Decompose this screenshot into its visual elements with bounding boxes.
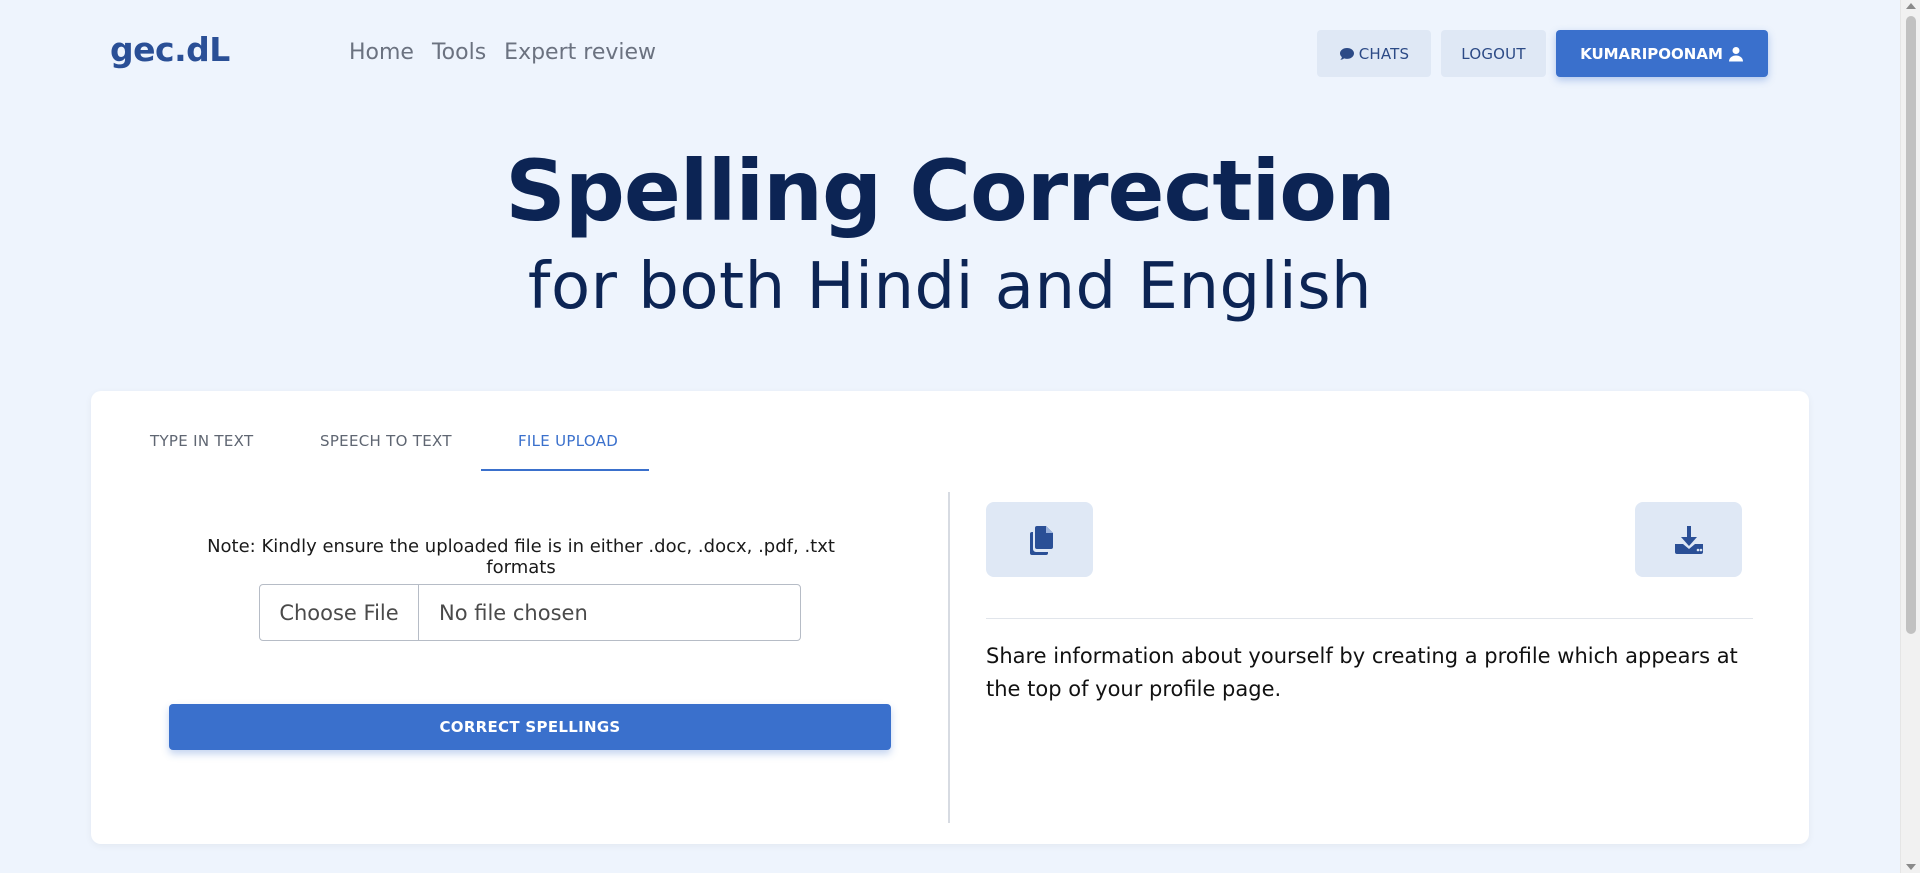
brand-logo[interactable]: gec.dL bbox=[110, 30, 230, 69]
logout-button[interactable]: LOGOUT bbox=[1441, 30, 1546, 77]
file-upload-input[interactable]: Choose File No file chosen bbox=[259, 584, 801, 641]
tab-file-upload[interactable]: FILE UPLOAD bbox=[518, 432, 618, 450]
chats-button[interactable]: CHATS bbox=[1317, 30, 1431, 77]
nav-actions: CHATS LOGOUT KUMARIPOONAM bbox=[1317, 30, 1768, 77]
top-navbar: gec.dL Home Tools Expert review CHATS LO… bbox=[0, 0, 1900, 106]
spelling-card: TYPE IN TEXT SPEECH TO TEXT FILE UPLOAD … bbox=[91, 391, 1809, 844]
chats-label: CHATS bbox=[1358, 44, 1410, 63]
file-status-text: No file chosen bbox=[439, 600, 588, 625]
download-icon bbox=[1674, 525, 1703, 554]
correct-spellings-button[interactable]: CORRECT SPELLINGS bbox=[169, 704, 891, 750]
copy-button[interactable] bbox=[986, 502, 1093, 577]
scroll-down-icon[interactable] bbox=[1906, 864, 1916, 870]
output-divider bbox=[986, 618, 1753, 619]
copy-icon bbox=[1029, 525, 1053, 555]
corrected-output-text: Share information about yourself by crea… bbox=[986, 644, 1738, 701]
scroll-up-icon[interactable] bbox=[1906, 3, 1916, 9]
nav-expert-review-link[interactable]: Expert review bbox=[504, 40, 656, 65]
tab-type-in-text[interactable]: TYPE IN TEXT bbox=[150, 432, 253, 450]
user-name-label: KUMARIPOONAM bbox=[1580, 44, 1723, 63]
tab-speech-to-text[interactable]: SPEECH TO TEXT bbox=[320, 432, 452, 450]
panel-divider bbox=[948, 492, 950, 823]
active-tab-indicator bbox=[481, 469, 649, 471]
page-subtitle: for both Hindi and English bbox=[527, 250, 1373, 324]
main-nav: Home Tools Expert review bbox=[349, 40, 674, 65]
page-scrollbar[interactable] bbox=[1900, 0, 1920, 873]
comment-icon bbox=[1339, 47, 1354, 60]
download-button[interactable] bbox=[1635, 502, 1742, 577]
user-icon bbox=[1728, 46, 1743, 61]
nav-home-link[interactable]: Home bbox=[349, 40, 414, 65]
nav-tools-link[interactable]: Tools bbox=[432, 40, 486, 65]
logout-label: LOGOUT bbox=[1461, 44, 1526, 63]
scrollbar-thumb[interactable] bbox=[1906, 16, 1916, 634]
user-profile-button[interactable]: KUMARIPOONAM bbox=[1556, 30, 1768, 77]
choose-file-button[interactable]: Choose File bbox=[260, 585, 419, 640]
upload-format-note: Note: Kindly ensure the uploaded file is… bbox=[207, 536, 835, 578]
page-title: Spelling Correction bbox=[505, 142, 1396, 240]
input-mode-tabs: TYPE IN TEXT SPEECH TO TEXT FILE UPLOAD bbox=[91, 391, 791, 471]
